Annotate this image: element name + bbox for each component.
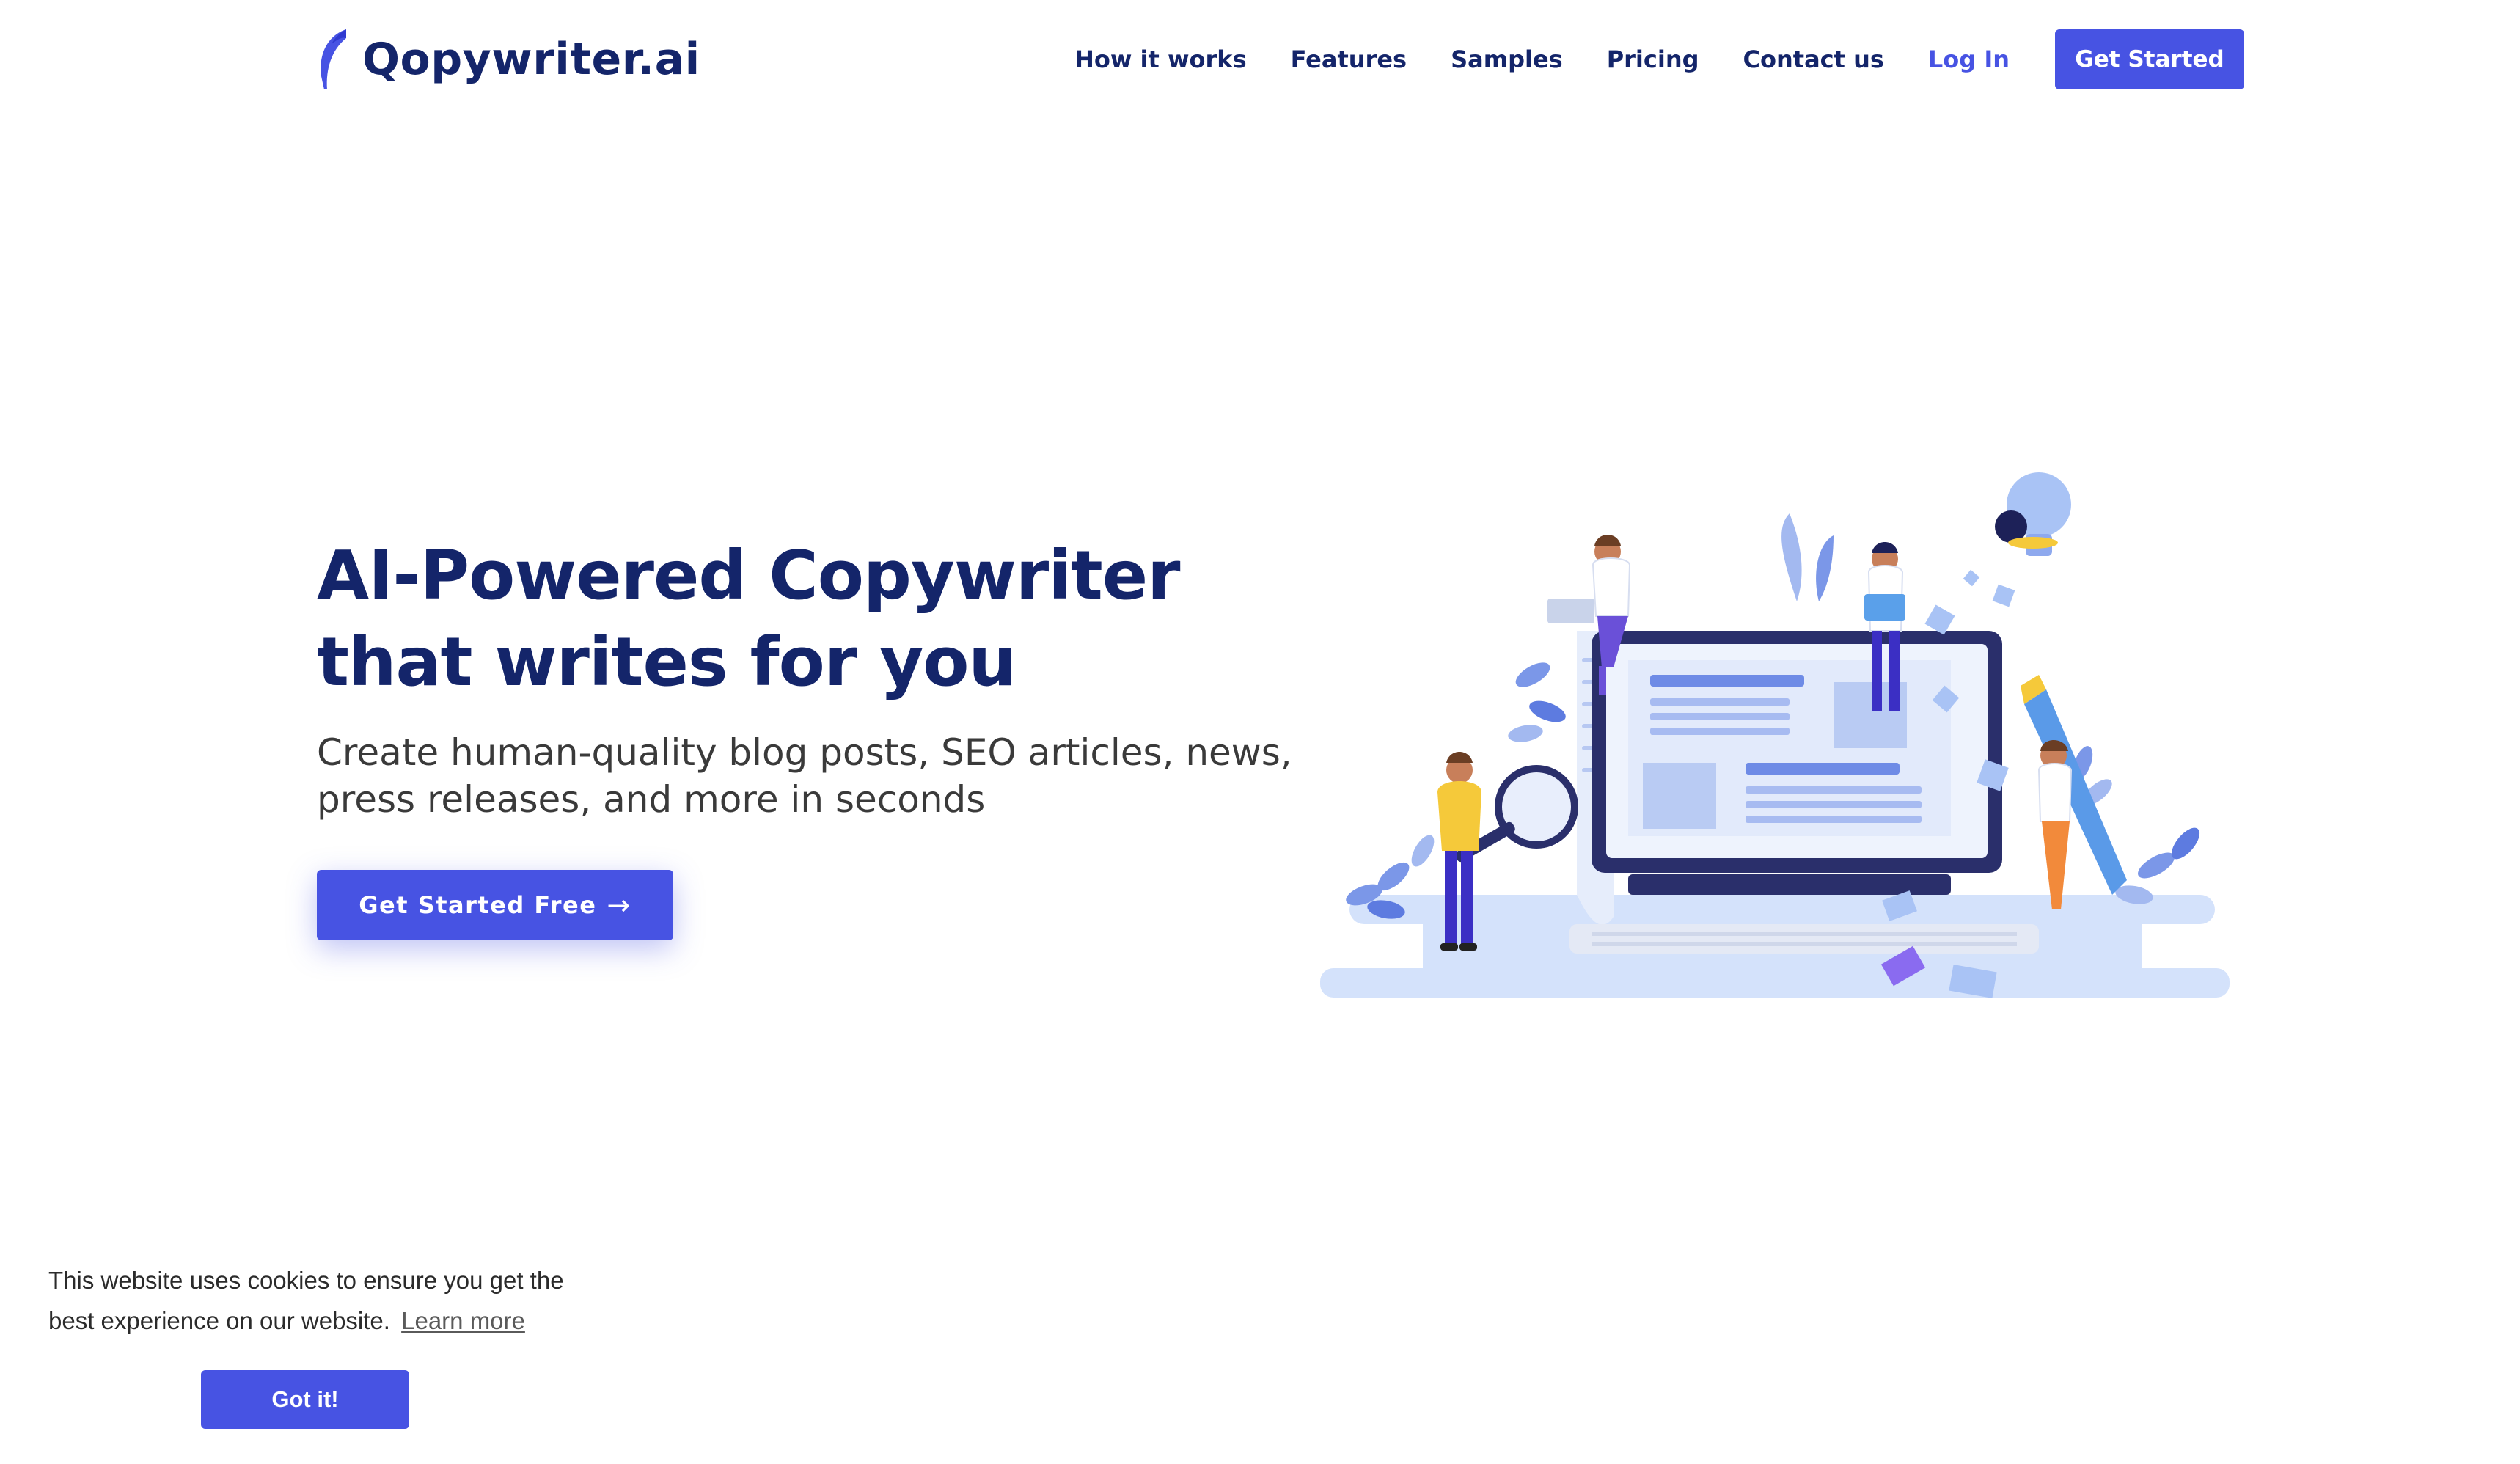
brand-logo[interactable]: Qopywriter.ai [317, 26, 700, 92]
arrow-right-icon: → [607, 889, 631, 921]
lightbulb [1995, 472, 2071, 556]
hero-title: AI-Powered Copywriter that writes for yo… [317, 536, 1180, 701]
get-started-free-button[interactable]: Get Started Free → [317, 870, 673, 940]
nav-how-it-works[interactable]: How it works [1074, 45, 1247, 73]
hero-subtitle: Create human-quality blog posts, SEO art… [317, 731, 1292, 821]
cookie-banner: This website uses cookies to ensure you … [48, 1260, 606, 1341]
get-started-button[interactable]: Get Started [2055, 29, 2244, 89]
nav-contact-us[interactable]: Contact us [1743, 45, 1884, 73]
main-nav: How it works Features Samples Pricing Co… [1074, 29, 2244, 89]
nav-features[interactable]: Features [1291, 45, 1407, 73]
hero-illustration [1320, 472, 2230, 998]
nav-samples[interactable]: Samples [1451, 45, 1563, 73]
nav-pricing[interactable]: Pricing [1607, 45, 1699, 73]
login-link[interactable]: Log In [1928, 45, 2010, 73]
learn-more-link[interactable]: Learn more [401, 1307, 525, 1334]
feather-icon [321, 29, 346, 89]
cookie-message-block: This website uses cookies to ensure you … [48, 1260, 606, 1341]
get-started-free-label: Get Started Free [359, 891, 597, 919]
cookie-accept-button[interactable]: Got it! [201, 1370, 409, 1429]
brand-name: Qopywriter.ai [362, 34, 700, 85]
person-orange-pants [2037, 740, 2073, 909]
